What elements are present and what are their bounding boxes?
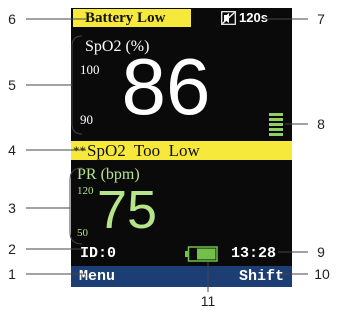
pr-high-limit: 120	[77, 185, 94, 197]
spo2-low-limit: 90	[80, 112, 93, 127]
device-screen: Battery Low 120s SpO2 (%) 100 90 86 **Sp…	[71, 8, 292, 287]
status-bar: Battery Low 120s	[71, 8, 292, 28]
clock: 13:28	[231, 245, 277, 262]
callout-5: 5	[8, 77, 16, 93]
softkey-bar: Menu Shift	[71, 266, 292, 287]
callout-11: 11	[200, 293, 216, 309]
callout-2: 2	[8, 241, 16, 257]
callout-10: 10	[314, 266, 330, 282]
spo2-high-limit: 100	[80, 62, 100, 77]
pulse-bar-segment	[269, 118, 283, 121]
alarm-mute-icon	[221, 11, 236, 25]
callout-6: 6	[8, 11, 16, 27]
pulse-strength-bar-icon	[269, 112, 283, 137]
callout-3: 3	[8, 200, 16, 216]
alarm-priority: **	[73, 143, 86, 158]
pulse-bar-segment	[269, 128, 283, 131]
alarm-message-text: SpO2 Too Low	[87, 141, 200, 160]
alarm-message-bar: **SpO2 Too Low	[71, 141, 292, 160]
callout-9: 9	[317, 244, 325, 260]
callout-7: 7	[317, 11, 325, 27]
pulse-bar-segment	[269, 123, 283, 126]
callout-8: 8	[317, 116, 325, 132]
pr-value: 75	[97, 180, 158, 240]
pulse-bar-segment	[269, 133, 283, 136]
spo2-value: 86	[121, 42, 211, 131]
battery-icon	[185, 246, 218, 262]
callout-1: 1	[8, 266, 16, 282]
alarm-title: Battery Low	[73, 9, 191, 27]
menu-softkey[interactable]: Menu	[79, 267, 115, 286]
callout-4: 4	[8, 142, 16, 158]
patient-id: ID:0	[80, 245, 117, 262]
mute-countdown: 120s	[239, 10, 268, 25]
pr-low-limit: 50	[77, 227, 88, 239]
shift-softkey[interactable]: Shift	[239, 267, 284, 286]
diagram-stage: Battery Low 120s SpO2 (%) 100 90 86 **Sp…	[0, 0, 341, 310]
pulse-bar-segment	[269, 113, 283, 116]
